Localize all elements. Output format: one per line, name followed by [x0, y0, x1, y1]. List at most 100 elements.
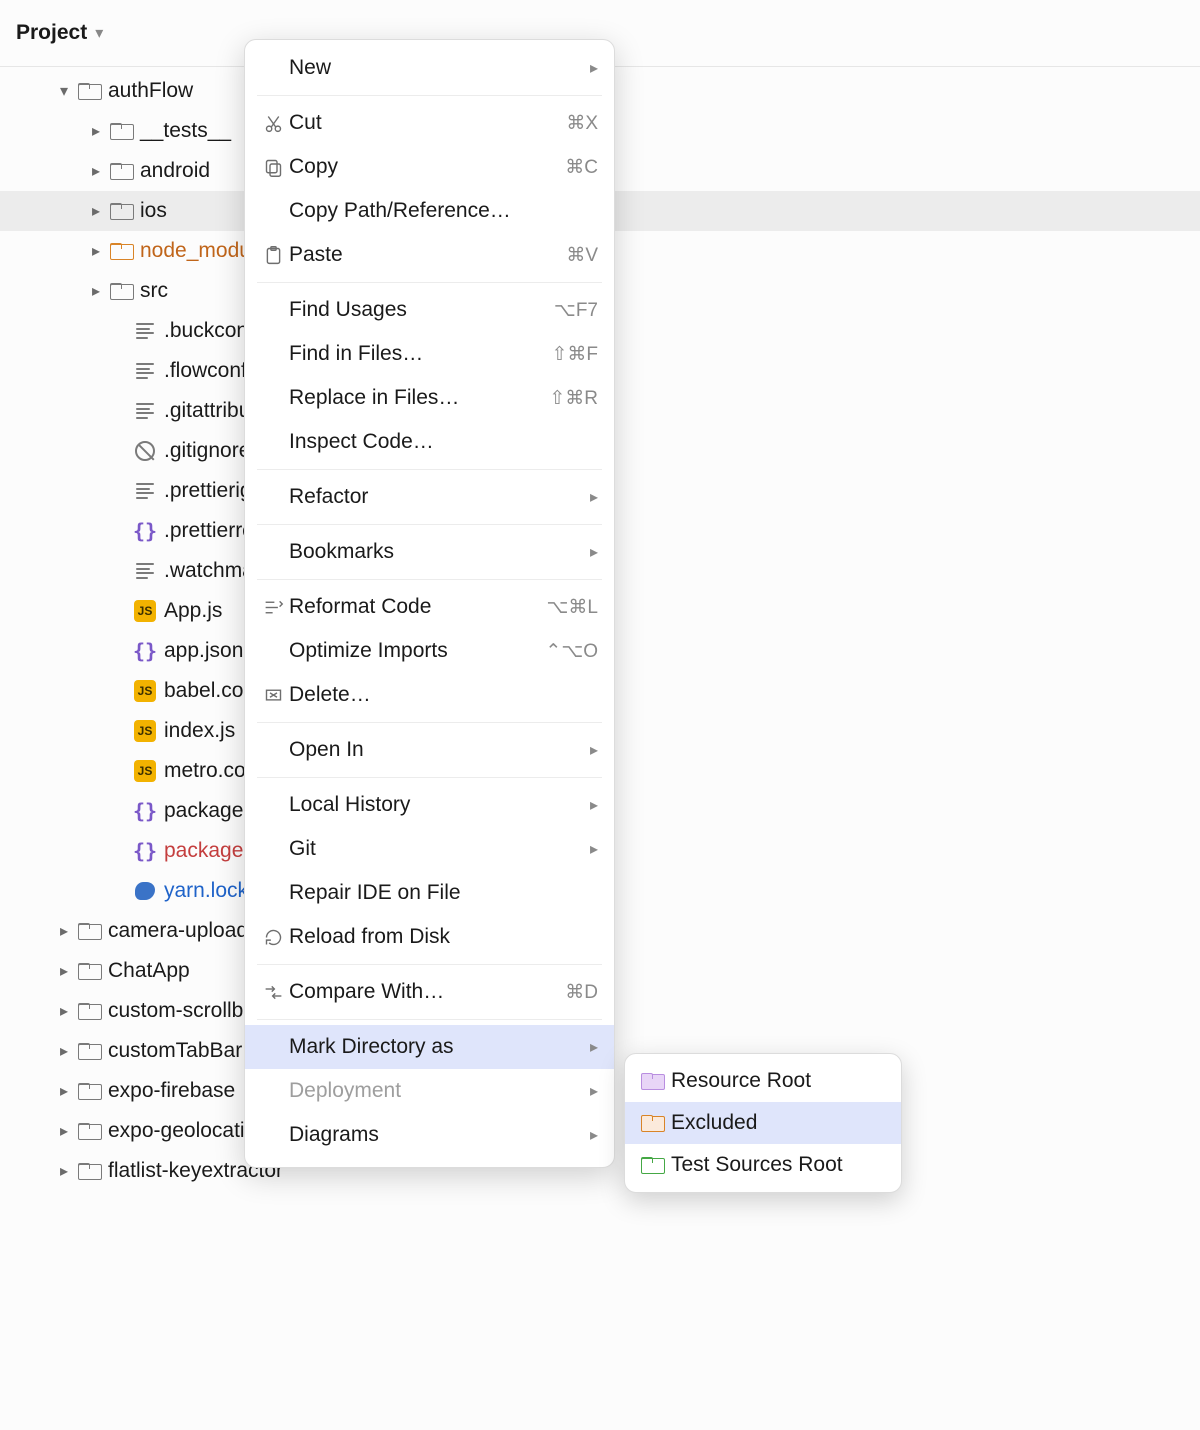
menu-label: Deployment [289, 1079, 584, 1103]
tree-label: expo-firebase [108, 1079, 235, 1103]
menu-separator [257, 722, 602, 723]
json-icon: {} [132, 839, 158, 863]
file-icon [132, 403, 158, 419]
submenu-item-excluded[interactable]: Excluded [625, 1102, 901, 1144]
caret-right-icon[interactable]: ▸ [84, 121, 108, 141]
caret-right-icon[interactable]: ▸ [52, 1001, 76, 1021]
menu-shortcut: ⌘X [566, 112, 598, 135]
file-icon [132, 363, 158, 379]
menu-separator [257, 282, 602, 283]
menu-item-inspect-code[interactable]: Inspect Code… [245, 420, 614, 464]
file-icon [132, 323, 158, 339]
folder-icon [641, 1115, 671, 1132]
menu-item-mark-directory-as[interactable]: Mark Directory as▸ [245, 1025, 614, 1069]
submenu-item-resource-root[interactable]: Resource Root [625, 1060, 901, 1102]
reload-icon [259, 927, 287, 948]
menu-item-refactor[interactable]: Refactor ▸ [245, 475, 614, 519]
menu-separator [257, 524, 602, 525]
caret-right-icon[interactable]: ▸ [84, 201, 108, 221]
menu-separator [257, 964, 602, 965]
submenu-label: Excluded [671, 1111, 757, 1135]
folder-icon [108, 283, 134, 300]
menu-shortcut: ⌃⌥O [545, 640, 598, 663]
menu-label: Find in Files… [289, 342, 551, 366]
menu-label: Repair IDE on File [289, 881, 598, 905]
chevron-down-icon[interactable]: ▾ [95, 23, 103, 43]
caret-right-icon[interactable]: ▸ [52, 1121, 76, 1141]
json-icon: {} [132, 519, 158, 543]
menu-label: New [289, 56, 584, 80]
tree-label: .gitignore [164, 439, 250, 463]
js-icon: JS [132, 760, 158, 782]
caret-right-icon[interactable]: ▸ [84, 161, 108, 181]
menu-shortcut: ⌘D [565, 981, 598, 1004]
menu-item-cut[interactable]: Cut⌘X [245, 101, 614, 145]
menu-label: Open In [289, 738, 584, 762]
menu-item-compare-with[interactable]: Compare With…⌘D [245, 970, 614, 1014]
caret-down-icon[interactable]: ▾ [52, 81, 76, 101]
menu-label: Refactor [289, 485, 584, 509]
submenu-item-test-sources-root[interactable]: Test Sources Root [625, 1144, 901, 1186]
menu-item-replace-in-files[interactable]: Replace in Files…⇧⌘R [245, 376, 614, 420]
menu-item-diagrams[interactable]: Diagrams▸ [245, 1113, 614, 1157]
menu-item-optimize-imports[interactable]: Optimize Imports⌃⌥O [245, 629, 614, 673]
menu-item-paste[interactable]: Paste⌘V [245, 233, 614, 277]
caret-right-icon[interactable]: ▸ [52, 1081, 76, 1101]
folder-icon [108, 203, 134, 220]
json-icon: {} [132, 639, 158, 663]
menu-label: Mark Directory as [289, 1035, 584, 1059]
menu-item-copy-path-reference[interactable]: Copy Path/Reference… [245, 189, 614, 233]
menu-item-open-in[interactable]: Open In ▸ [245, 728, 614, 772]
tree-label: src [140, 279, 168, 303]
folder-icon [76, 923, 102, 940]
folder-icon [76, 1043, 102, 1060]
caret-right-icon[interactable]: ▸ [84, 241, 108, 261]
menu-item-reformat-code[interactable]: Reformat Code⌥⌘L [245, 585, 614, 629]
caret-right-icon[interactable]: ▸ [52, 1161, 76, 1181]
menu-item-git[interactable]: Git ▸ [245, 827, 614, 871]
chevron-right-icon: ▸ [590, 487, 598, 507]
folder-icon [76, 83, 102, 100]
folder-icon [76, 1123, 102, 1140]
menu-label: Find Usages [289, 298, 554, 322]
menu-item-deployment: Deployment▸ [245, 1069, 614, 1113]
menu-label: Diagrams [289, 1123, 584, 1147]
caret-right-icon[interactable]: ▸ [52, 921, 76, 941]
caret-right-icon[interactable]: ▸ [52, 961, 76, 981]
tree-label: app.json [164, 639, 243, 663]
yarn-icon [132, 882, 158, 900]
menu-label: Inspect Code… [289, 430, 598, 454]
file-icon [132, 563, 158, 579]
menu-label: Git [289, 837, 584, 861]
caret-right-icon[interactable]: ▸ [84, 281, 108, 301]
delete-icon [259, 685, 287, 706]
chevron-right-icon: ▸ [590, 740, 598, 760]
mark-directory-submenu[interactable]: Resource Root Excluded Test Sources Root [624, 1053, 902, 1193]
folder-icon [108, 123, 134, 140]
menu-shortcut: ⇧⌘R [549, 387, 598, 410]
menu-shortcut: ⌘C [565, 156, 598, 179]
menu-item-copy[interactable]: Copy⌘C [245, 145, 614, 189]
context-menu[interactable]: New▸Cut⌘XCopy⌘CCopy Path/Reference…Paste… [244, 39, 615, 1168]
chevron-right-icon: ▸ [590, 839, 598, 859]
menu-item-repair-ide-on-file[interactable]: Repair IDE on File [245, 871, 614, 915]
menu-label: Copy [289, 155, 565, 179]
js-icon: JS [132, 600, 158, 622]
tree-label: ios [140, 199, 167, 223]
menu-item-find-in-files[interactable]: Find in Files…⇧⌘F [245, 332, 614, 376]
tree-label: __tests__ [140, 119, 231, 143]
file-icon [132, 483, 158, 499]
menu-item-bookmarks[interactable]: Bookmarks▸ [245, 530, 614, 574]
menu-item-local-history[interactable]: Local History▸ [245, 783, 614, 827]
folder-icon [76, 1003, 102, 1020]
folder-icon [76, 1083, 102, 1100]
menu-item-find-usages[interactable]: Find Usages⌥F7 [245, 288, 614, 332]
menu-item-delete[interactable]: Delete… [245, 673, 614, 717]
tree-label: ChatApp [108, 959, 190, 983]
cut-icon [259, 113, 287, 134]
menu-shortcut: ⌥F7 [554, 299, 598, 322]
menu-separator [257, 777, 602, 778]
menu-item-new[interactable]: New▸ [245, 46, 614, 90]
menu-item-reload-from-disk[interactable]: Reload from Disk [245, 915, 614, 959]
caret-right-icon[interactable]: ▸ [52, 1041, 76, 1061]
